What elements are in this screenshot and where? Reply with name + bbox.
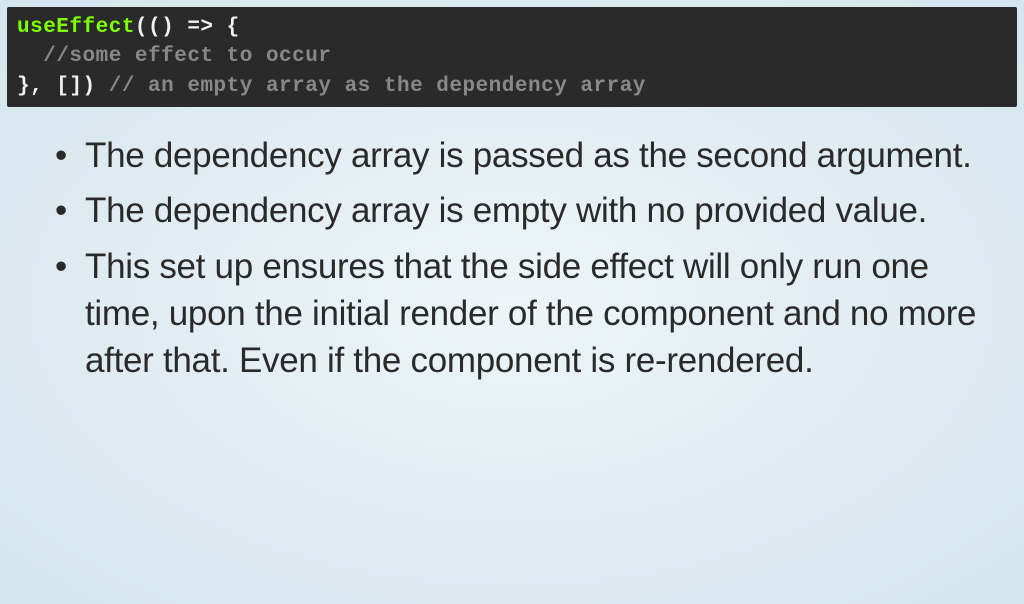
code-line-2: //some effect to occur [17, 42, 1007, 71]
list-item: The dependency array is passed as the se… [55, 132, 1004, 179]
code-line-1: useEffect(() => { [17, 13, 1007, 42]
code-keyword: useEffect [17, 16, 135, 39]
list-item: This set up ensures that the side effect… [55, 243, 1004, 385]
code-comment: // an empty array as the dependency arra… [96, 75, 646, 98]
code-punctuation: (() => { [135, 16, 240, 39]
code-line-3: }, []) // an empty array as the dependen… [17, 72, 1007, 101]
list-item: The dependency array is empty with no pr… [55, 187, 1004, 234]
code-example: useEffect(() => { //some effect to occur… [7, 7, 1017, 107]
code-comment: //some effect to occur [17, 45, 331, 68]
code-punctuation: }, []) [17, 75, 96, 98]
explanation-list: The dependency array is passed as the se… [0, 107, 1024, 384]
